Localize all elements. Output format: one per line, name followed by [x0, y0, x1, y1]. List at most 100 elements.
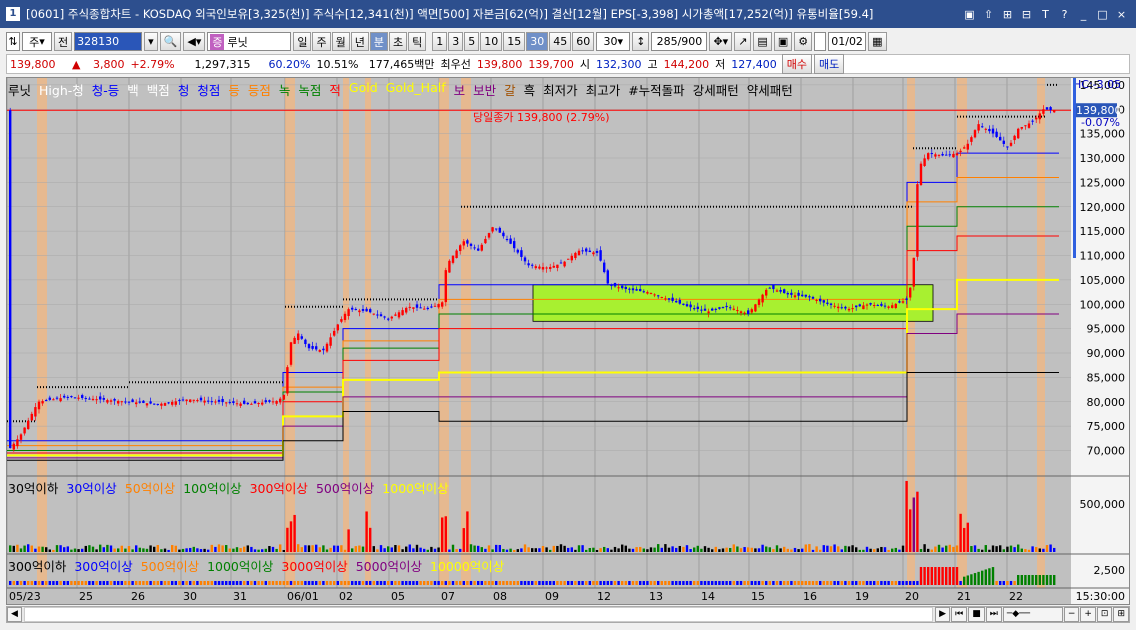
candle-body-104	[383, 316, 386, 318]
candle-body-290	[1053, 110, 1056, 113]
zoom-reset-icon[interactable]: ⊡	[1096, 607, 1113, 622]
interval-button-주[interactable]: 주	[312, 32, 331, 51]
candle-body-45	[171, 401, 174, 405]
volume-bar-173	[631, 548, 635, 552]
number-button-1[interactable]: 1	[432, 32, 448, 51]
number-button-5[interactable]: 5	[464, 32, 480, 51]
period-select[interactable]: 주 ▾	[22, 32, 52, 51]
candle-body-187	[682, 303, 685, 305]
scroll-prev-icon[interactable]: ⏮	[951, 607, 968, 622]
scroll-next-icon[interactable]: ⏭	[985, 607, 1002, 622]
interval-button-일[interactable]: 일	[293, 32, 312, 51]
settings-icon[interactable]: ⚙	[794, 32, 813, 51]
chart-scrollbar[interactable]: ◀ ▶ ⏮ ■ ⏭ ─◆── − + ⊡ ⊞	[6, 606, 1130, 623]
new-window-icon[interactable]: ⇅	[6, 32, 20, 51]
title-button-3[interactable]: ⊟	[1020, 8, 1033, 21]
scroll-left-icon[interactable]: ◀	[7, 607, 22, 622]
zoom-slider[interactable]: ─◆──	[1002, 607, 1063, 622]
amount-bar-49	[185, 581, 188, 585]
stock-name-field[interactable]: 증 루닛	[207, 32, 292, 51]
number-button-15[interactable]: 15	[503, 32, 526, 51]
candle-body-66	[246, 402, 249, 405]
candle-body-77	[286, 367, 289, 394]
number-button-45[interactable]: 45	[549, 32, 572, 51]
count-spin-icon[interactable]: ↕	[632, 32, 650, 51]
title-button-4[interactable]: T	[1039, 8, 1052, 21]
code-dropdown-icon[interactable]: ▾	[144, 32, 158, 51]
amount-bar-19	[77, 581, 80, 585]
count-select[interactable]: 30 ▾	[596, 32, 631, 51]
candle-body-140	[513, 241, 516, 249]
amount-bar-172	[628, 581, 631, 585]
scroll-stop-icon[interactable]: ■	[968, 607, 985, 622]
scroll-track[interactable]	[24, 607, 934, 622]
interval-button-초[interactable]: 초	[388, 32, 408, 51]
title-button-8[interactable]: ×	[1115, 8, 1128, 21]
volume-bar-221	[804, 544, 807, 552]
title-button-5[interactable]: ?	[1058, 8, 1071, 21]
amount-bar-17	[70, 581, 73, 585]
search-icon[interactable]: 🔍	[159, 32, 182, 51]
number-button-60[interactable]: 60	[572, 32, 595, 51]
sound-icon[interactable]: ◀▾	[183, 32, 206, 51]
save-icon[interactable]: ▣	[773, 32, 793, 51]
stock-code-input[interactable]: 328130	[74, 32, 143, 51]
sell-button[interactable]: 매도	[813, 54, 845, 74]
print-icon[interactable]: ▤	[753, 32, 772, 51]
calendar-icon[interactable]: ▦	[868, 32, 887, 51]
interval-button-분[interactable]: 분	[369, 32, 388, 51]
amount-bar-220	[801, 581, 804, 585]
interval-button-년[interactable]: 년	[350, 32, 369, 51]
tools-icon[interactable]: ✥▾	[709, 32, 733, 51]
title-button-7[interactable]: □	[1096, 8, 1109, 21]
volume-bar-246	[894, 547, 897, 552]
amount-legend-item-3: 1000억이상	[207, 559, 274, 574]
candle-body-242	[880, 303, 883, 306]
date-tick-16: 19	[855, 590, 869, 603]
volume-bar-284	[1031, 546, 1034, 552]
number-button-10[interactable]: 10	[480, 32, 503, 51]
title-button-0[interactable]: ▣	[963, 8, 976, 21]
title-button-6[interactable]: _	[1077, 8, 1090, 21]
zoom-out-icon[interactable]: −	[1063, 607, 1080, 622]
buy-button[interactable]: 매수	[781, 54, 812, 74]
volume-bar-79	[293, 514, 296, 552]
candle-body-178	[649, 293, 653, 295]
interval-button-틱[interactable]: 틱	[408, 32, 427, 51]
number-button-3[interactable]: 3	[448, 32, 464, 51]
volume-bar-64	[239, 548, 242, 552]
candle-body-73	[271, 401, 275, 403]
candle-body-281	[1020, 126, 1023, 129]
range-field[interactable]: 285/900	[651, 32, 708, 51]
date-field[interactable]: 01/02	[828, 32, 867, 51]
zoom-in-icon[interactable]: +	[1080, 607, 1096, 622]
draw-icon[interactable]: ↗	[734, 32, 752, 51]
chart-area[interactable]: 145,000140,000135,000130,000125,000120,0…	[6, 77, 1130, 605]
date-checkbox[interactable]	[814, 32, 827, 51]
amount-bar-153	[559, 581, 563, 585]
candle-body-110	[405, 307, 408, 313]
zoom-fit-icon[interactable]: ⊞	[1113, 607, 1129, 622]
candle-body-284	[1031, 120, 1034, 122]
price-chart-svg[interactable]: 145,000140,000135,000130,000125,000120,0…	[6, 78, 1129, 604]
interval-button-월[interactable]: 월	[331, 32, 350, 51]
view-toggle-button[interactable]: 전	[54, 32, 73, 51]
scroll-right-icon[interactable]: ▶	[935, 607, 951, 622]
price-tick-8: 105,000	[1080, 274, 1126, 287]
candle-body-90	[333, 330, 336, 336]
amount-bar-197	[718, 581, 721, 585]
candle-body-58	[217, 399, 221, 402]
volume-bar-22	[88, 545, 91, 552]
candle-body-67	[250, 403, 253, 405]
title-button-2[interactable]: ⊞	[1001, 8, 1014, 21]
volume-bar-98	[361, 546, 365, 552]
candle-body-131	[480, 244, 483, 251]
amount-bar-50	[189, 581, 192, 585]
amount-bar-66	[246, 581, 249, 585]
amount-bar-104	[383, 581, 386, 585]
number-button-30[interactable]: 30	[526, 32, 549, 51]
amount-bar-115	[423, 581, 426, 585]
candle-body-249	[905, 298, 908, 300]
amount-bar-152	[556, 581, 559, 585]
title-button-1[interactable]: ⇧	[982, 8, 995, 21]
